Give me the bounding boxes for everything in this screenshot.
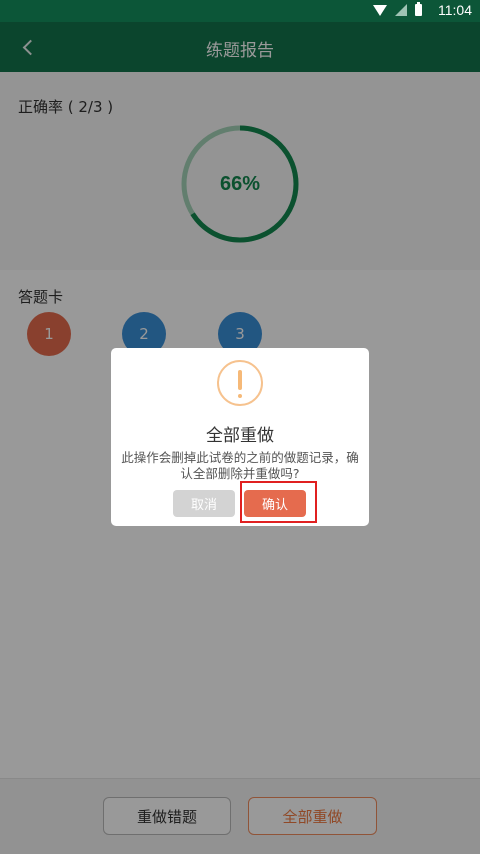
battery-icon [415,2,422,16]
wifi-icon [373,4,387,16]
signal-icon [395,4,407,16]
dialog-message: 此操作会删掉此试卷的之前的做题记录，确认全部删除并重做吗? [121,450,359,481]
confirm-button[interactable]: 确认 [244,490,306,517]
status-bar: 11:04 [0,0,480,22]
status-icons [373,2,422,16]
cancel-button[interactable]: 取消 [173,490,235,517]
dialog-title: 全部重做 [206,426,274,446]
confirm-dialog: 全部重做 此操作会删掉此试卷的之前的做题记录，确认全部删除并重做吗? 取消 确认 [111,348,369,526]
alert-icon [217,360,263,406]
status-time: 11:04 [438,2,472,18]
